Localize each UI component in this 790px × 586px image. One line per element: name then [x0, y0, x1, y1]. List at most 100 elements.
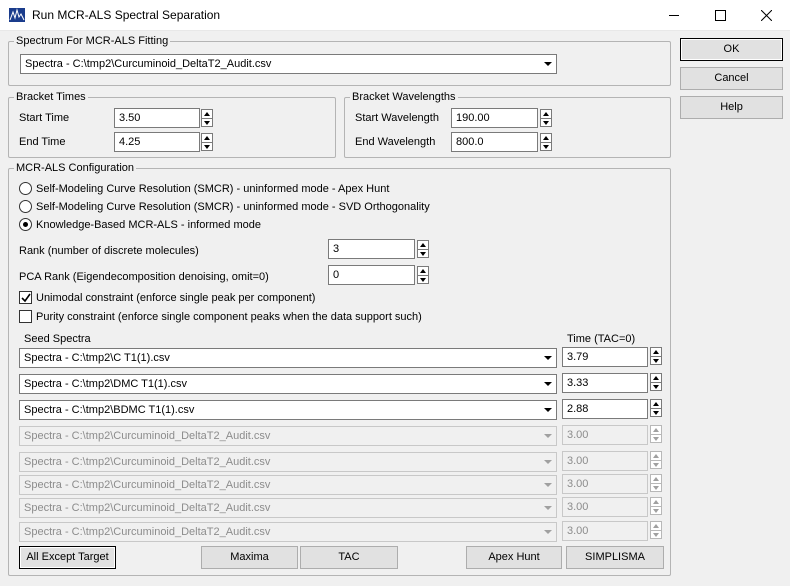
- spin-down-icon: [543, 121, 549, 125]
- spin-up-icon: [653, 428, 659, 432]
- spin-down-icon: [653, 533, 659, 537]
- purity-checkbox[interactable]: [19, 310, 32, 323]
- seed-time-value: 3.00: [567, 525, 589, 537]
- start-time-input[interactable]: 3.50: [114, 108, 200, 128]
- end-time-input[interactable]: 4.25: [114, 132, 200, 152]
- seed-spectrum-value: Spectra - C:\tmp2\Curcuminoid_DeltaT2_Au…: [24, 502, 271, 514]
- seed-spectrum-select-4: Spectra - C:\tmp2\Curcuminoid_DeltaT2_Au…: [19, 426, 557, 446]
- end-wavelength-value: 800.0: [456, 136, 484, 148]
- all-except-target-button[interactable]: All Except Target: [19, 546, 116, 569]
- apex-hunt-button[interactable]: Apex Hunt: [466, 546, 562, 569]
- spin-down-icon: [420, 252, 426, 256]
- seed-time-input-7: 3.00: [562, 497, 648, 517]
- purity-label: Purity constraint (enforce single compon…: [36, 311, 422, 323]
- spin-down-icon: [653, 463, 659, 467]
- mcr-config-label: MCR-ALS Configuration: [14, 161, 136, 175]
- seed-spectrum-select-2[interactable]: Spectra - C:\tmp2\DMC T1(1).csv: [19, 374, 557, 394]
- spin-up-icon: [653, 376, 659, 380]
- start-time-spinner[interactable]: [201, 109, 213, 127]
- end-wavelength-spinner[interactable]: [540, 133, 552, 151]
- spin-down-icon: [204, 121, 210, 125]
- seed-spectrum-value: Spectra - C:\tmp2\BDMC T1(1).csv: [24, 404, 195, 416]
- seed-time-spinner-3[interactable]: [650, 399, 662, 417]
- time-tac-header: Time (TAC=0): [567, 333, 636, 345]
- seed-spectrum-select-1[interactable]: Spectra - C:\tmp2\C T1(1).csv: [19, 348, 557, 368]
- ok-button[interactable]: OK: [680, 38, 783, 61]
- spin-up-icon: [204, 136, 210, 140]
- radio-apex-hunt[interactable]: [19, 182, 32, 195]
- maxima-button[interactable]: Maxima: [201, 546, 298, 569]
- end-wavelength-input[interactable]: 800.0: [451, 132, 538, 152]
- seed-time-input-6: 3.00: [562, 474, 648, 494]
- chevron-down-icon: [544, 530, 552, 534]
- radio-knowledge-based[interactable]: [19, 218, 32, 231]
- window-title: Run MCR-ALS Spectral Separation: [32, 8, 221, 22]
- spin-down-icon: [653, 509, 659, 513]
- spin-up-icon: [653, 500, 659, 504]
- spin-up-icon: [420, 269, 426, 273]
- minimize-icon: [669, 15, 679, 16]
- spin-down-icon: [653, 359, 659, 363]
- maximize-button[interactable]: [698, 0, 744, 31]
- rank-input[interactable]: 3: [328, 239, 415, 259]
- seed-time-value: 3.00: [567, 478, 589, 490]
- chevron-down-icon: [544, 460, 552, 464]
- end-time-value: 4.25: [119, 136, 141, 148]
- radio-apex-hunt-label: Self-Modeling Curve Resolution (SMCR) - …: [36, 183, 390, 195]
- seed-time-input-2[interactable]: 3.33: [562, 373, 648, 393]
- seed-time-input-3[interactable]: 2.88: [562, 399, 648, 419]
- chevron-down-icon: [544, 506, 552, 510]
- pca-rank-input[interactable]: 0: [328, 265, 415, 285]
- rank-spinner[interactable]: [417, 240, 429, 258]
- start-wavelength-spinner[interactable]: [540, 109, 552, 127]
- tac-button[interactable]: TAC: [300, 546, 398, 569]
- minimize-button[interactable]: [652, 0, 698, 31]
- cancel-button[interactable]: Cancel: [680, 67, 783, 90]
- seed-time-spinner-2[interactable]: [650, 373, 662, 391]
- unimodal-checkbox[interactable]: [19, 291, 32, 304]
- checkmark-icon: [21, 293, 31, 303]
- end-time-spinner[interactable]: [201, 133, 213, 151]
- seed-time-spinner-7: [650, 497, 662, 515]
- spin-down-icon: [653, 385, 659, 389]
- seed-spectrum-select-6: Spectra - C:\tmp2\Curcuminoid_DeltaT2_Au…: [19, 475, 557, 495]
- spin-down-icon: [420, 278, 426, 282]
- app-chart-icon: [9, 8, 25, 22]
- seed-time-spinner-1[interactable]: [650, 347, 662, 365]
- spin-down-icon: [653, 411, 659, 415]
- spin-up-icon: [653, 524, 659, 528]
- bracket-times-label: Bracket Times: [14, 90, 88, 104]
- seed-time-value: 3.33: [567, 377, 589, 389]
- spin-up-icon: [204, 112, 210, 116]
- start-wavelength-value: 190.00: [456, 112, 490, 124]
- simplisma-button[interactable]: SIMPLISMA: [566, 546, 664, 569]
- spin-down-icon: [204, 145, 210, 149]
- seed-spectrum-value: Spectra - C:\tmp2\Curcuminoid_DeltaT2_Au…: [24, 430, 271, 442]
- start-wavelength-input[interactable]: 190.00: [451, 108, 538, 128]
- rank-label: Rank (number of discrete molecules): [19, 245, 199, 257]
- chevron-down-icon: [544, 356, 552, 360]
- spin-up-icon: [543, 136, 549, 140]
- seed-spectrum-value: Spectra - C:\tmp2\Curcuminoid_DeltaT2_Au…: [24, 526, 271, 538]
- seed-time-input-1[interactable]: 3.79: [562, 347, 648, 367]
- seed-time-value: 3.00: [567, 455, 589, 467]
- radio-svd[interactable]: [19, 200, 32, 213]
- spin-down-icon: [653, 437, 659, 441]
- spin-down-icon: [543, 145, 549, 149]
- start-time-label: Start Time: [19, 112, 70, 124]
- seed-time-value: 3.00: [567, 429, 589, 441]
- seed-time-spinner-6: [650, 474, 662, 492]
- close-button[interactable]: [744, 0, 790, 31]
- bracket-times-group: Bracket Times Start Time 3.50 End Time 4…: [8, 90, 336, 158]
- seed-spectrum-select-3[interactable]: Spectra - C:\tmp2\BDMC T1(1).csv: [19, 400, 557, 420]
- seed-time-input-5: 3.00: [562, 451, 648, 471]
- title-bar: Run MCR-ALS Spectral Separation: [0, 0, 790, 31]
- seed-time-input-8: 3.00: [562, 521, 648, 541]
- spin-up-icon: [653, 350, 659, 354]
- pca-rank-spinner[interactable]: [417, 266, 429, 284]
- maximize-icon: [715, 10, 726, 21]
- end-wavelength-label: End Wavelength: [355, 136, 436, 148]
- help-button[interactable]: Help: [680, 96, 783, 119]
- spectrum-select[interactable]: Spectra - C:\tmp2\Curcuminoid_DeltaT2_Au…: [20, 54, 557, 74]
- spin-down-icon: [653, 486, 659, 490]
